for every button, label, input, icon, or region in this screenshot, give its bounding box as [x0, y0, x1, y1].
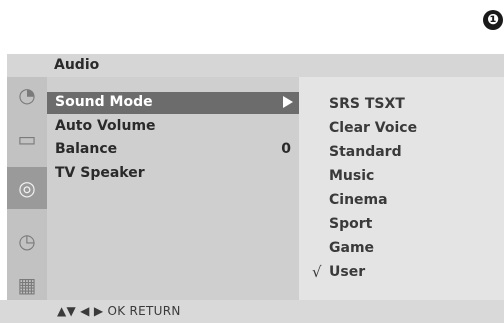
menu-item-label: Auto Volume — [55, 118, 156, 134]
menu-title-bar: Audio — [7, 54, 504, 77]
menu-item-label: TV Speaker — [55, 165, 145, 181]
option-clear-voice[interactable]: Clear Voice — [329, 120, 417, 136]
menu-item-label: Balance — [55, 141, 118, 157]
time-icon[interactable]: ◷ — [11, 225, 43, 257]
navigation-help-text: ▲▼ ◀ ▶ OK RETURN — [57, 304, 181, 318]
option-icon[interactable]: ▦ — [11, 269, 43, 301]
menu-item-tv-speaker[interactable]: TV Speaker — [47, 163, 299, 185]
menu-item-label: Sound Mode — [55, 94, 153, 110]
menu-item-balance[interactable]: Balance 0 — [47, 139, 299, 161]
option-user[interactable]: User — [329, 264, 365, 280]
menu-item-sound-mode[interactable]: Sound Mode — [47, 92, 299, 114]
screen-icon[interactable]: ▭ — [11, 123, 43, 155]
option-standard[interactable]: Standard — [329, 144, 402, 160]
menu-item-auto-volume[interactable]: Auto Volume — [47, 116, 299, 138]
balance-value: 0 — [281, 141, 291, 157]
picture-icon[interactable]: ◔ — [11, 79, 43, 111]
menu-title: Audio — [54, 57, 100, 73]
navigation-help-bar: ▲▼ ◀ ▶ OK RETURN — [0, 300, 504, 323]
option-sport[interactable]: Sport — [329, 216, 372, 232]
category-sidebar: ◔ ▭ ◎ ◷ ▦ — [7, 77, 47, 300]
option-game[interactable]: Game — [329, 240, 374, 256]
option-music[interactable]: Music — [329, 168, 374, 184]
option-cinema[interactable]: Cinema — [329, 192, 388, 208]
audio-menu: Audio ◔ ▭ ◎ ◷ ▦ Sound Mode Auto Volume B… — [7, 54, 504, 300]
sound-mode-options: SRS TSXT Clear Voice Standard Music Cine… — [299, 77, 504, 300]
checkmark-icon: √ — [312, 263, 322, 281]
audio-icon[interactable]: ◎ — [7, 167, 47, 209]
step-badge: ❶ — [483, 10, 503, 30]
submenu-arrow-icon — [283, 96, 293, 108]
audio-settings-list: Sound Mode Auto Volume Balance 0 TV Spea… — [47, 77, 299, 300]
option-srs-tsxt[interactable]: SRS TSXT — [329, 96, 405, 112]
